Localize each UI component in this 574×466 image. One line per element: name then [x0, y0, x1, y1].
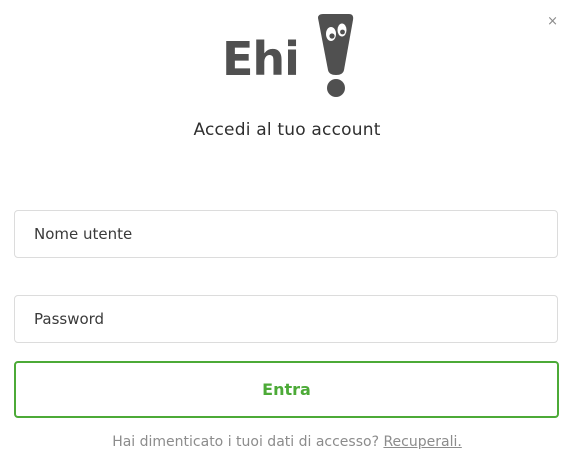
login-subtitle: Accedi al tuo account — [193, 120, 381, 140]
username-input[interactable] — [14, 210, 558, 258]
password-input[interactable] — [14, 295, 558, 343]
exclamation-mascot-icon — [318, 14, 354, 97]
recover-prompt: Hai dimenticato i tuoi dati di accesso? — [112, 434, 384, 450]
close-button[interactable]: × — [547, 14, 558, 29]
recover-credentials-text: Hai dimenticato i tuoi dati di accesso? … — [0, 434, 574, 450]
brand-logo: Ehi — [222, 10, 362, 102]
login-button[interactable]: Entra — [14, 361, 559, 418]
login-dialog: × Ehi Accedi al tuo account Entra Hai di… — [0, 0, 574, 466]
recover-link[interactable]: Recuperali. — [383, 434, 461, 450]
logo-text: Ehi — [222, 32, 300, 86]
